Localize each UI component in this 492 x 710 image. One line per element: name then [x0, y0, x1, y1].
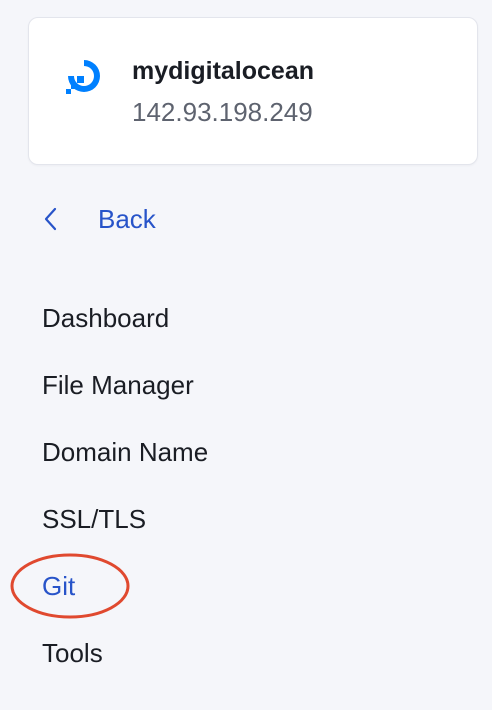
sidebar-item-git[interactable]: Git	[42, 564, 208, 631]
sidebar-nav: Dashboard File Manager Domain Name SSL/T…	[42, 296, 208, 698]
server-ip: 142.93.198.249	[132, 97, 313, 127]
sidebar-item-ssl-tls[interactable]: SSL/TLS	[42, 497, 208, 564]
chevron-left-icon	[40, 206, 62, 232]
back-link[interactable]: Back	[40, 198, 156, 240]
back-label: Back	[98, 204, 156, 234]
sidebar-item-domain-name[interactable]: Domain Name	[42, 430, 208, 497]
digitalocean-logo-icon	[60, 52, 108, 100]
sidebar-item-tools[interactable]: Tools	[42, 631, 208, 698]
server-name: mydigitalocean	[132, 57, 314, 85]
sidebar-item-dashboard[interactable]: Dashboard	[42, 296, 208, 363]
sidebar-item-file-manager[interactable]: File Manager	[42, 363, 208, 430]
